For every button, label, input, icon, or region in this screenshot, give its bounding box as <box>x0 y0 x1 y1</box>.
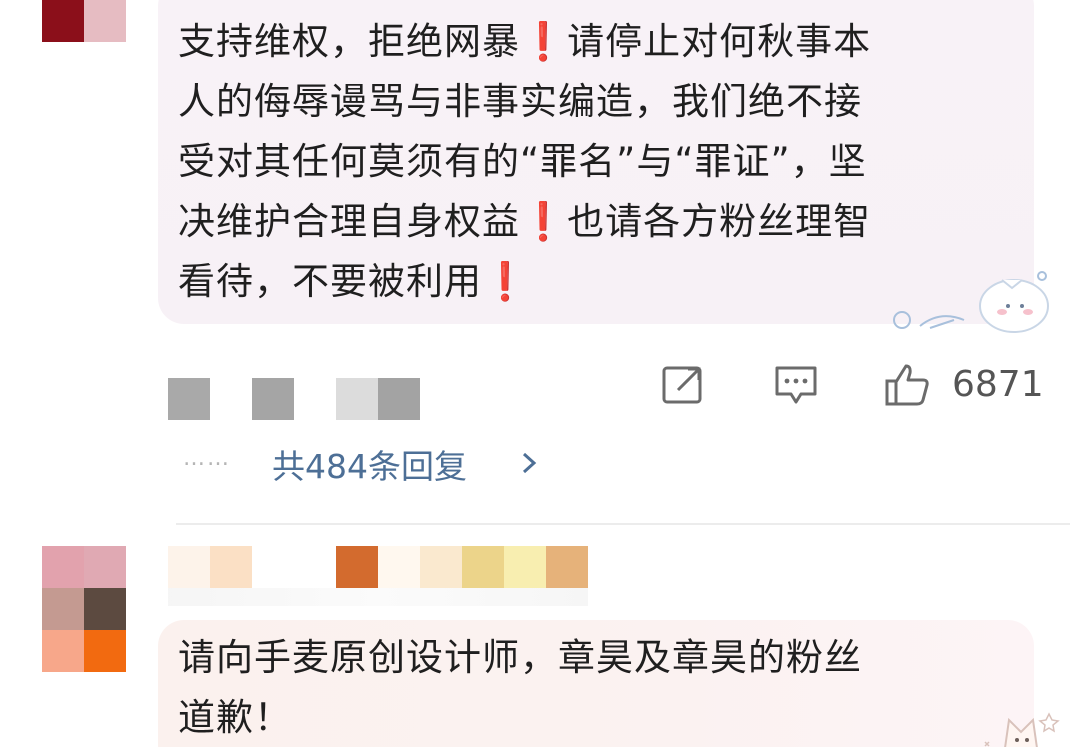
thumbs-up-icon[interactable] <box>884 362 930 408</box>
name-pixel <box>210 546 252 588</box>
username-mosaic[interactable] <box>168 546 588 588</box>
comment-line: 道歉！ <box>178 696 292 739</box>
name-pixel <box>168 546 210 588</box>
name-pixel <box>504 546 546 588</box>
comment-icon[interactable] <box>773 362 819 408</box>
avatar-pixel <box>42 588 84 630</box>
username-mosaic <box>252 378 294 420</box>
username-mosaic <box>336 378 378 420</box>
cat-sticker-icon <box>984 712 1060 747</box>
name-pixel <box>294 546 336 588</box>
username-mosaic-blur <box>168 588 588 606</box>
like-count: 6871 <box>952 364 1044 405</box>
chevron-right-icon[interactable] <box>518 450 540 476</box>
divider <box>176 523 1070 525</box>
name-pixel <box>462 546 504 588</box>
avatar-pixel <box>42 0 84 42</box>
comment-line: 看待，不要被利用❗ <box>178 260 530 303</box>
name-pixel <box>336 546 378 588</box>
name-pixel <box>252 546 294 588</box>
name-pixel <box>378 546 420 588</box>
comment-line: 人的侮辱谩骂与非事实编造，我们绝不接 <box>178 80 862 123</box>
comment-line: 受对其任何莫须有的“罪名”与“罪证”，坚 <box>178 140 867 183</box>
comment-line: 请向手麦原创设计师，章昊及章昊的粉丝 <box>178 636 862 679</box>
view-replies-link[interactable]: 共484条回复 <box>272 440 467 488</box>
comment-feed: 支持维权，拒绝网暴❗请停止对何秋事本 人的侮辱谩骂与非事实编造，我们绝不接 受对… <box>0 0 1070 747</box>
avatar[interactable] <box>42 546 126 672</box>
avatar-pixel <box>42 630 84 672</box>
comment-line: 决维护合理自身权益❗也请各方粉丝理智 <box>178 200 872 243</box>
comment-text: 请向手麦原创设计师，章昊及章昊的粉丝 道歉！ <box>178 628 998 747</box>
reply-dots: …… <box>183 446 231 471</box>
avatar-pixel <box>84 630 126 672</box>
username-mosaic <box>378 378 420 420</box>
comment-line: 支持维权，拒绝网暴❗请停止对何秋事本 <box>178 20 872 63</box>
avatar[interactable] <box>42 0 126 42</box>
comment-text: 支持维权，拒绝网暴❗请停止对何秋事本 人的侮辱谩骂与非事实编造，我们绝不接 受对… <box>178 12 1008 312</box>
avatar-pixel <box>84 588 126 630</box>
avatar-pixel <box>84 0 126 42</box>
name-pixel <box>420 546 462 588</box>
share-icon[interactable] <box>660 362 706 408</box>
name-pixel <box>546 546 588 588</box>
cat-sticker-icon <box>893 271 1049 333</box>
avatar-pixel <box>84 546 126 588</box>
username-mosaic <box>168 378 210 420</box>
avatar-pixel <box>42 546 84 588</box>
